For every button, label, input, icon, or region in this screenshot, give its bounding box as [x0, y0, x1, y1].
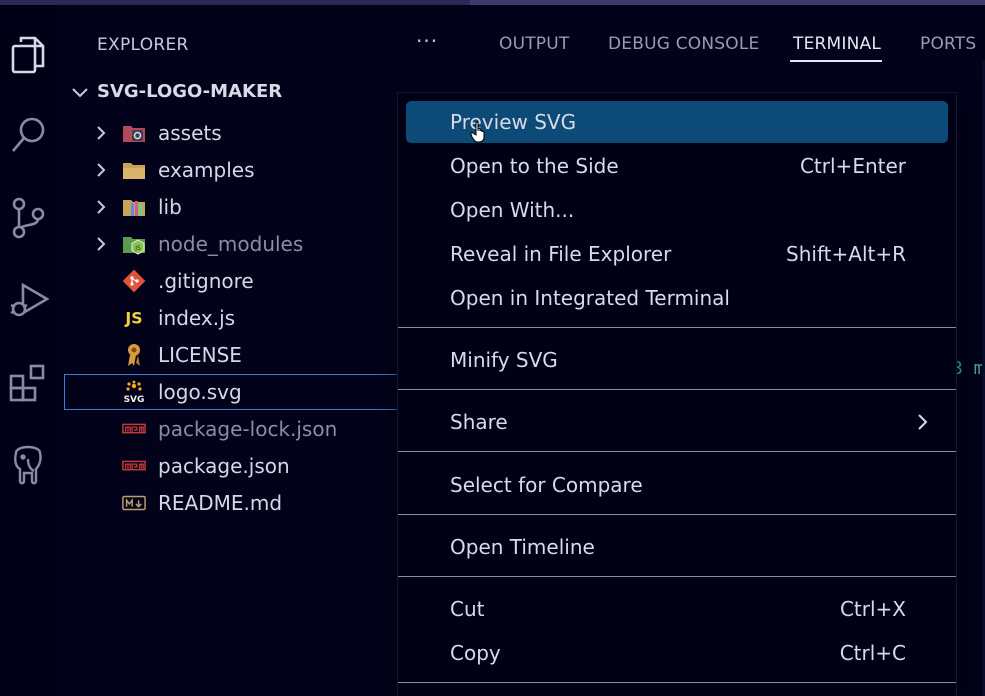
menu-item-label: Open in Integrated Terminal	[450, 286, 730, 310]
menu-item-shortcut: Ctrl+X	[839, 597, 906, 621]
context-menu: Preview SVG Open to the Side Ctrl+Enter …	[398, 93, 956, 696]
tree-item-label: package.json	[158, 454, 290, 478]
menu-item-label: Share	[450, 410, 508, 434]
activity-bar	[0, 5, 56, 696]
tree-item-label: .gitignore	[158, 269, 254, 293]
tab-debug-console[interactable]: DEBUG CONSOLE	[608, 34, 759, 54]
menu-item-open-to-the-side[interactable]: Open to the Side Ctrl+Enter	[406, 145, 948, 187]
menu-item-label: Open Timeline	[450, 535, 595, 559]
tree-item-label: lib	[158, 195, 182, 219]
menu-item-reveal-in-file-explorer[interactable]: Reveal in File Explorer Shift+Alt+R	[406, 233, 948, 275]
svg-text:SVG: SVG	[124, 395, 145, 404]
menu-item-label: Preview SVG	[450, 110, 577, 134]
chevron-right-icon	[97, 237, 106, 251]
js-file-icon: JS	[122, 307, 146, 329]
tab-terminal[interactable]: TERMINAL	[793, 34, 881, 54]
menu-item-copy[interactable]: Copy Ctrl+C	[406, 632, 948, 674]
menu-item-select-for-compare[interactable]: Select for Compare	[406, 464, 948, 506]
tree-item-label: assets	[158, 121, 222, 145]
search-icon[interactable]	[0, 105, 56, 165]
explorer-title: EXPLORER	[97, 35, 189, 55]
explorer-more-actions-button[interactable]: ···	[416, 29, 438, 53]
extensions-icon[interactable]	[0, 353, 56, 413]
title-bar-segment	[470, 0, 985, 5]
menu-separator	[398, 389, 956, 390]
menu-separator	[398, 682, 956, 683]
folder-icon	[122, 159, 146, 181]
chevron-down-icon	[72, 88, 88, 98]
chevron-right-icon	[97, 163, 106, 177]
menu-item-open-in-integrated-terminal[interactable]: Open in Integrated Terminal	[406, 277, 948, 319]
source-control-icon[interactable]	[0, 188, 56, 248]
menu-separator	[398, 576, 956, 577]
active-tab-indicator	[790, 60, 882, 62]
menu-item-shortcut: Ctrl+Enter	[799, 154, 906, 178]
chevron-right-icon	[918, 414, 928, 430]
menu-item-open-with[interactable]: Open With...	[406, 189, 948, 231]
tree-item-label: examples	[158, 158, 255, 182]
menu-item-preview-svg[interactable]: Preview SVG	[406, 101, 948, 143]
tree-item-label: logo.svg	[158, 380, 242, 404]
panel-tabs: OUTPUT DEBUG CONSOLE TERMINAL PORTS	[466, 20, 985, 66]
menu-separator	[398, 327, 956, 328]
hand-pointer-cursor-icon	[470, 121, 485, 143]
explorer-files-icon[interactable]	[0, 25, 56, 85]
menu-item-shortcut: Shift+Alt+R	[786, 242, 906, 266]
menu-item-label: Open With...	[450, 198, 575, 222]
menu-item-share[interactable]: Share	[406, 401, 948, 443]
postgresql-elephant-icon[interactable]	[0, 435, 56, 495]
menu-separator	[398, 451, 956, 452]
menu-separator	[398, 514, 956, 515]
tree-item-label: README.md	[158, 491, 283, 515]
workspace-root-label: SVG-LOGO-MAKER	[97, 81, 283, 102]
terminal-text-fragment: 3 m	[952, 358, 985, 379]
tree-item-logo-svg[interactable]: SVG logo.svg	[64, 374, 404, 410]
menu-item-shortcut: Ctrl+C	[839, 641, 906, 665]
menu-item-minify-svg[interactable]: Minify SVG	[406, 339, 948, 381]
menu-item-cut[interactable]: Cut Ctrl+X	[406, 588, 948, 630]
menu-item-open-timeline[interactable]: Open Timeline	[406, 526, 948, 568]
svg-text:JS: JS	[124, 309, 142, 328]
license-icon	[122, 344, 146, 366]
menu-item-label: Reveal in File Explorer	[450, 242, 672, 266]
chevron-right-icon	[97, 200, 106, 214]
git-icon	[122, 269, 146, 293]
menu-item-label: Select for Compare	[450, 473, 643, 497]
menu-item-label: Copy	[450, 641, 501, 665]
markdown-icon	[122, 492, 146, 514]
npm-icon	[122, 418, 146, 440]
run-and-debug-icon[interactable]	[0, 270, 56, 330]
tree-item-label: node_modules	[158, 232, 304, 256]
node-modules-folder-icon: JS	[122, 233, 146, 255]
menu-item-label: Minify SVG	[450, 348, 558, 372]
npm-icon	[122, 455, 146, 477]
chevron-right-icon	[97, 126, 106, 140]
tree-item-label: package-lock.json	[158, 417, 338, 441]
lib-folder-icon	[122, 196, 146, 218]
assets-folder-icon	[122, 122, 146, 144]
svg-text:JS: JS	[134, 245, 141, 252]
tree-item-label: index.js	[158, 306, 236, 330]
svg-file-icon: SVG	[122, 380, 146, 404]
tab-output[interactable]: OUTPUT	[499, 34, 570, 54]
tree-item-label: LICENSE	[158, 343, 242, 367]
menu-item-label: Cut	[450, 597, 485, 621]
tab-ports[interactable]: PORTS	[920, 34, 976, 54]
menu-item-label: Open to the Side	[450, 154, 619, 178]
